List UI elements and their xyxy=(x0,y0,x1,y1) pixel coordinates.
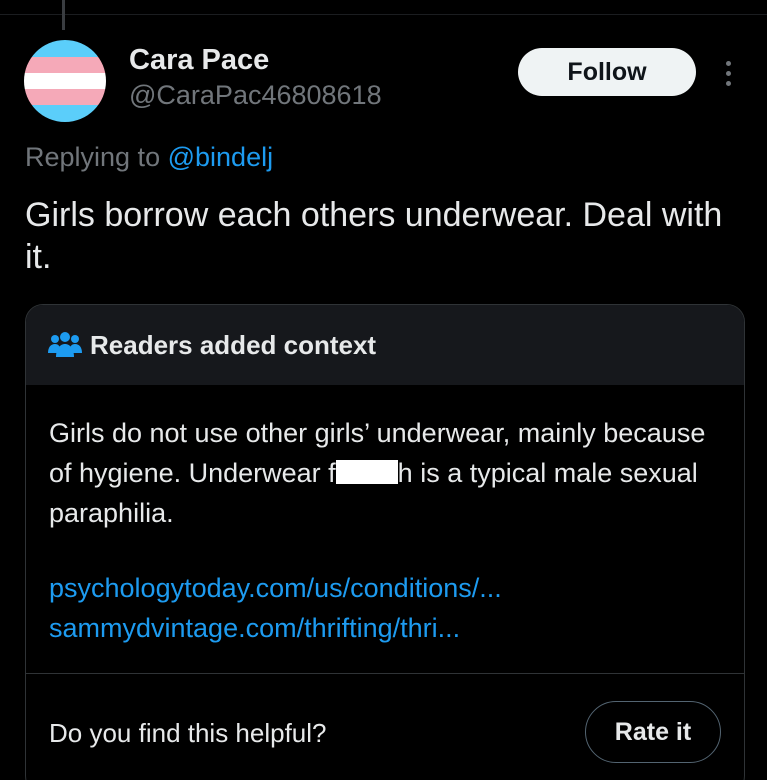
author-display-name[interactable]: Cara Pace xyxy=(129,44,269,77)
card-divider xyxy=(26,673,744,674)
follow-button[interactable]: Follow xyxy=(518,48,696,96)
replying-prefix: Replying to xyxy=(25,142,161,172)
redaction-block xyxy=(335,460,398,484)
rate-it-button[interactable]: Rate it xyxy=(585,701,721,763)
community-note-title: Readers added context xyxy=(90,329,377,360)
community-note-body: Girls do not use other girls’ underwear,… xyxy=(49,413,729,533)
note-source-link-1[interactable]: psychologytoday.com/us/conditions/... xyxy=(49,573,502,604)
helpful-question: Do you find this helpful? xyxy=(49,718,327,748)
replying-target-link[interactable]: @bindelj xyxy=(168,142,273,172)
note-source-link-2[interactable]: sammydvintage.com/thrifting/thri... xyxy=(49,613,460,644)
author-handle[interactable]: @CaraPac46808618 xyxy=(129,80,382,111)
tweet-text: Girls borrow each others underwear. Deal… xyxy=(25,196,723,276)
thread-connector-line xyxy=(62,0,65,30)
more-options-icon[interactable] xyxy=(716,55,740,91)
replying-to-line: Replying to @bindelj xyxy=(25,142,273,173)
tweet-page: Cara Pace @CaraPac46808618 Follow Replyi… xyxy=(0,0,767,780)
community-note-card: Readers added context Girls do not use o… xyxy=(25,304,745,780)
top-divider xyxy=(0,14,767,15)
trans-flag-avatar-icon[interactable] xyxy=(24,40,106,122)
people-icon xyxy=(48,332,82,357)
community-note-header[interactable]: Readers added context xyxy=(26,305,744,385)
